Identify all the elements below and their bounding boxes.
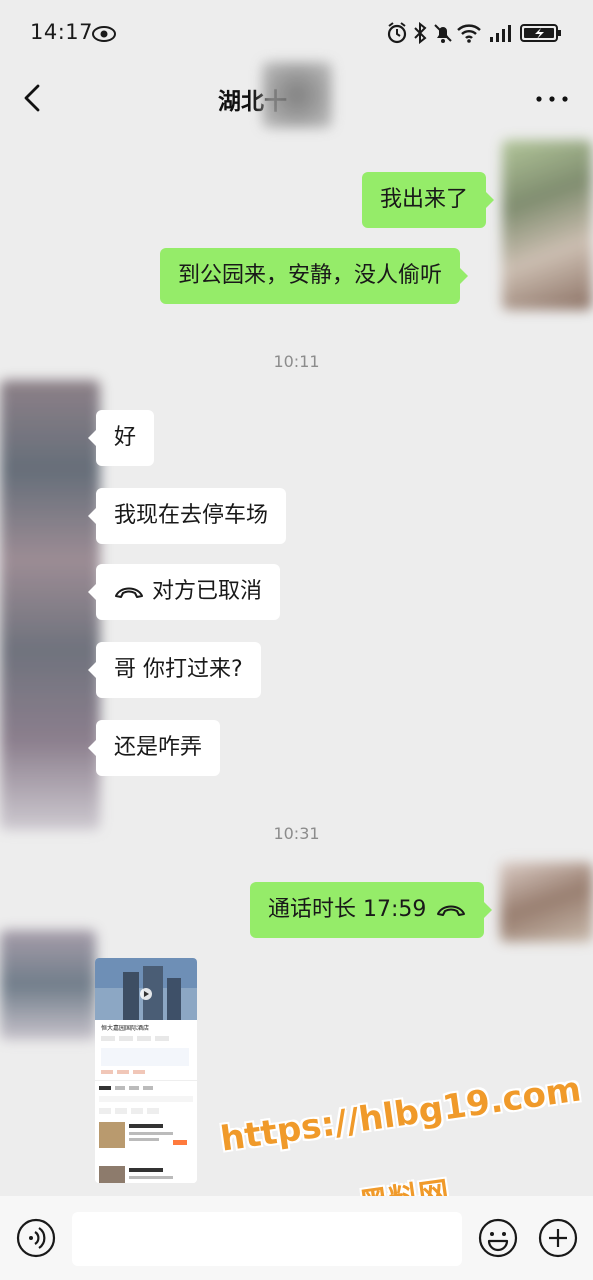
- phone-hangup-icon: [437, 905, 466, 916]
- message-bubble-incoming[interactable]: 好: [87, 410, 155, 466]
- signal-icon: [490, 25, 511, 42]
- alarm-icon: [387, 22, 407, 44]
- call-record-incoming[interactable]: 对方已取消: [87, 564, 281, 620]
- message-bubble-outgoing[interactable]: 我出来了: [362, 172, 495, 228]
- emoji-icon[interactable]: [478, 1218, 518, 1258]
- phone-hangup-icon: [115, 587, 143, 598]
- avatar[interactable]: [502, 140, 592, 310]
- title-redaction: [262, 62, 332, 128]
- message-bubble-incoming[interactable]: 哥 你打过来?: [88, 642, 261, 698]
- image-caption: 恒大嘉园国际酒店: [101, 1024, 149, 1032]
- battery-charging-icon: [520, 24, 561, 42]
- message-bubble-incoming[interactable]: 还是咋弄: [87, 720, 221, 776]
- plus-icon[interactable]: [538, 1218, 578, 1258]
- message-timestamp: 10:11: [273, 352, 320, 371]
- avatar[interactable]: [0, 380, 100, 830]
- message-text: 到公园来，安静，没人偷听: [178, 263, 443, 288]
- more-dots-icon[interactable]: [536, 96, 568, 102]
- message-text: 好: [114, 425, 137, 450]
- avatar[interactable]: [500, 862, 593, 942]
- message-bubble-outgoing[interactable]: 到公园来，安静，没人偷听: [160, 248, 469, 304]
- message-text: 通话时长 17:59: [268, 897, 427, 922]
- voice-icon[interactable]: [16, 1218, 56, 1258]
- hotel-screenshot-thumbnail: 恒大嘉园国际酒店: [95, 958, 197, 1183]
- message-input[interactable]: [72, 1212, 462, 1266]
- image-message[interactable]: 恒大嘉园国际酒店: [95, 958, 197, 1183]
- chevron-left-icon[interactable]: [20, 83, 44, 113]
- message-text: 哥 你打过来?: [114, 657, 243, 682]
- call-record-outgoing[interactable]: 通话时长 17:59: [250, 882, 493, 938]
- message-text: 我现在去停车场: [114, 503, 269, 528]
- message-text: 对方已取消: [152, 579, 263, 604]
- message-text: 我出来了: [380, 187, 469, 212]
- message-timestamp: 10:31: [273, 824, 320, 843]
- eye-icon: [92, 26, 116, 42]
- status-clock: 14:17: [30, 20, 94, 44]
- watermark-url: https://hlbg19.com: [218, 1069, 584, 1160]
- mute-icon: [434, 24, 452, 43]
- message-bubble-incoming[interactable]: 我现在去停车场: [87, 488, 287, 544]
- avatar[interactable]: [0, 930, 96, 1040]
- message-text: 还是咋弄: [114, 735, 203, 760]
- bluetooth-icon: [414, 22, 427, 44]
- wifi-icon: [457, 24, 481, 43]
